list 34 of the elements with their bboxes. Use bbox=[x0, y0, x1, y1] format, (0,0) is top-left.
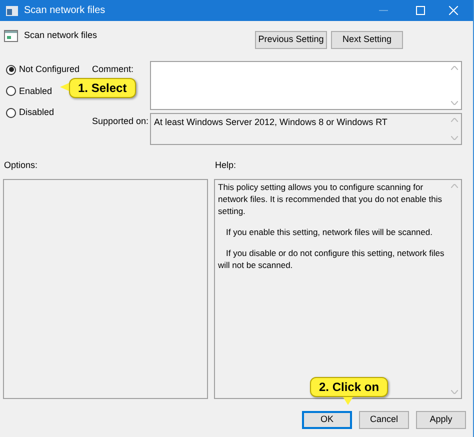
callout: 2. Click on bbox=[310, 377, 388, 405]
comment-field[interactable] bbox=[150, 61, 462, 110]
options-label: Options: bbox=[3, 159, 39, 172]
dialog-button[interactable]: Apply bbox=[416, 411, 466, 429]
radio-option[interactable]: Disabled bbox=[6, 106, 54, 120]
supported-on-text: At least Windows Server 2012, Windows 8 or Windows RT bbox=[153, 116, 388, 129]
callout: 1. Select bbox=[60, 78, 136, 98]
radio-button[interactable] bbox=[6, 108, 16, 118]
help-text: This policy setting allows you to configure scanning for network files. It is recommended that you do not enable this setting. bbox=[218, 181, 443, 217]
radio-button[interactable] bbox=[6, 64, 16, 75]
scroll-up-icon bbox=[450, 66, 458, 70]
comment-label: Comment: bbox=[92, 63, 135, 76]
help-text: If you enable this setting, network files will be scanned. bbox=[225, 226, 434, 238]
scroll-up-icon bbox=[450, 184, 458, 188]
scroll-down-icon bbox=[450, 390, 458, 394]
radio-option[interactable]: Enabled bbox=[6, 84, 52, 98]
window-icon bbox=[6, 6, 18, 16]
nav-button[interactable]: Previous Setting bbox=[255, 31, 327, 49]
supported-on-label: Supported on: bbox=[92, 115, 150, 128]
radio-option[interactable]: Not Configured bbox=[6, 63, 80, 76]
scroll-down-icon bbox=[450, 136, 458, 140]
maximize-icon[interactable] bbox=[416, 6, 425, 15]
nav-button[interactable]: Next Setting bbox=[331, 31, 403, 49]
window-title: Scan network files bbox=[24, 4, 106, 18]
help-label: Help: bbox=[215, 159, 236, 172]
scroll-down-icon bbox=[450, 101, 458, 105]
dialog-button[interactable]: OK bbox=[302, 411, 352, 429]
policy-icon bbox=[4, 30, 18, 42]
scroll-up-icon bbox=[450, 118, 458, 122]
policy-name: Scan network files bbox=[24, 29, 98, 42]
radio-button[interactable] bbox=[6, 86, 16, 96]
help-text: If you disable or do not configure this setting, network files will not be scanned. bbox=[218, 247, 446, 271]
dialog-button[interactable]: Cancel bbox=[359, 411, 409, 429]
close-icon[interactable] bbox=[449, 6, 458, 15]
